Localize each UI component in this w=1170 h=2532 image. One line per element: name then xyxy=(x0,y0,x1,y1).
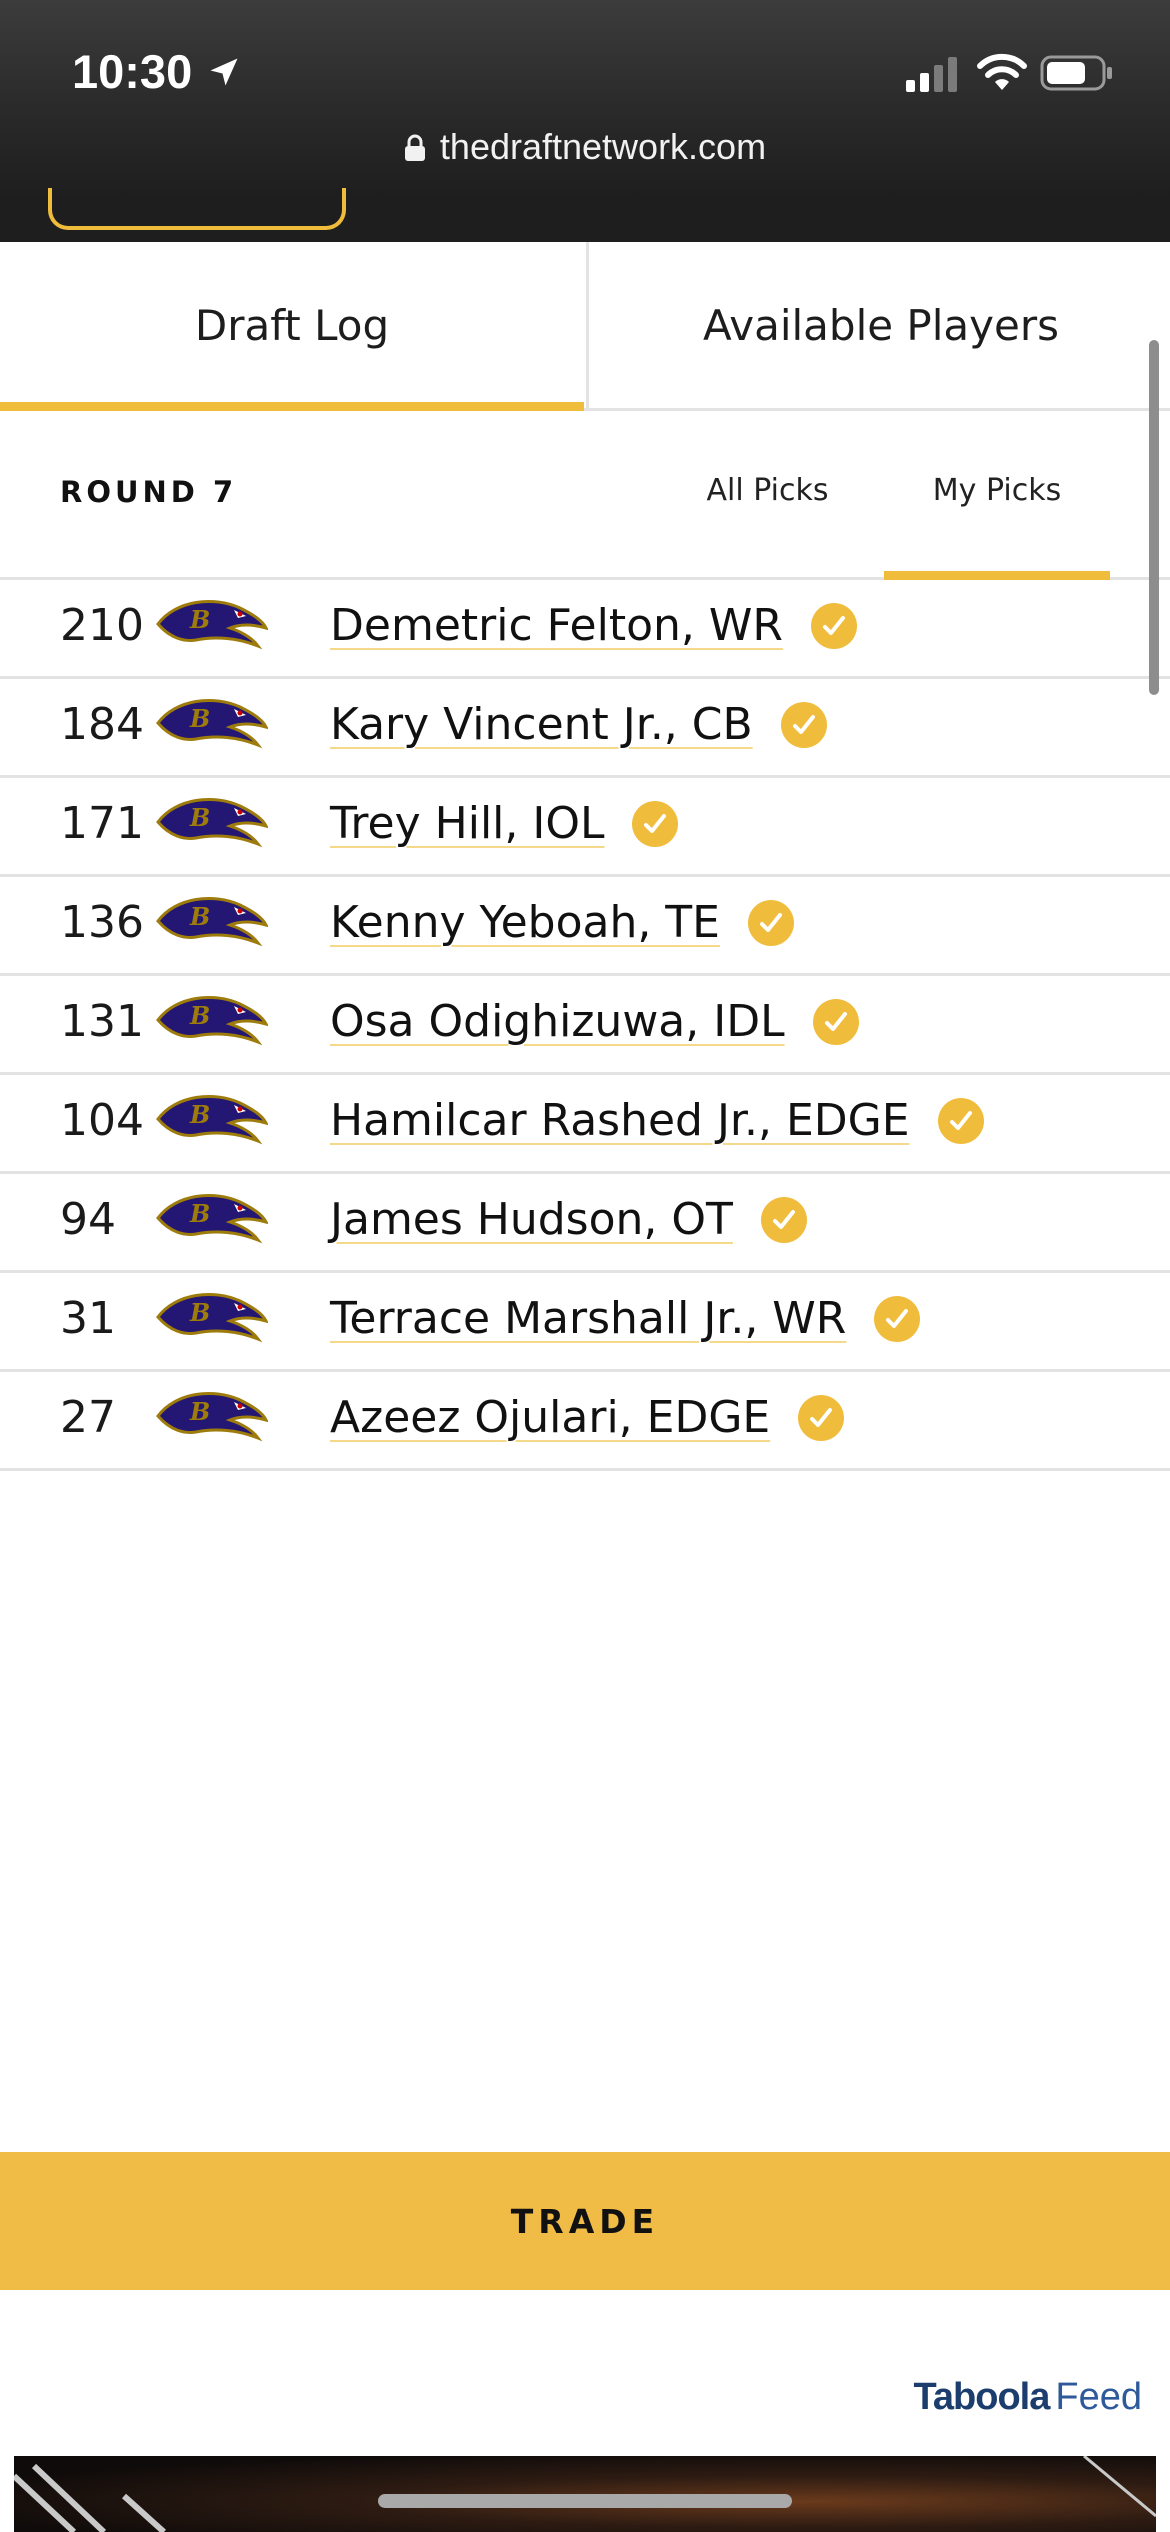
player-entry: Trey Hill, IOL xyxy=(330,798,679,849)
player-name-link[interactable]: Kary Vincent Jr., CB xyxy=(330,699,753,750)
svg-text:B: B xyxy=(189,1298,210,1327)
pick-number: 184 xyxy=(60,699,144,750)
pick-number: 136 xyxy=(60,897,144,948)
svg-text:B: B xyxy=(189,1199,210,1228)
player-name-link[interactable]: Kenny Yeboah, TE xyxy=(330,897,720,948)
ravens-logo-icon: B xyxy=(156,792,269,850)
check-icon xyxy=(810,602,857,649)
taboola-brand: Taboola xyxy=(913,2376,1051,2418)
pick-row[interactable]: 104 B Hamilcar Rashed Jr., EDGE xyxy=(0,1075,1170,1174)
ravens-logo-icon: B xyxy=(156,990,269,1048)
player-name-link[interactable]: Azeez Ojulari, EDGE xyxy=(330,1392,770,1443)
home-indicator[interactable] xyxy=(378,2494,792,2508)
round-header: ROUND 7 All Picks My Picks xyxy=(0,411,1170,580)
pick-number: 171 xyxy=(60,798,144,849)
svg-text:B: B xyxy=(189,902,210,931)
check-icon xyxy=(780,701,827,748)
pick-number: 31 xyxy=(60,1293,116,1344)
player-entry: Osa Odighizuwa, IDL xyxy=(330,996,859,1047)
player-entry: Demetric Felton, WR xyxy=(330,600,857,651)
status-time: 10:30 xyxy=(72,45,193,98)
ravens-logo-icon: B xyxy=(156,1386,269,1444)
check-icon xyxy=(874,1295,921,1342)
trade-button[interactable]: TRADE xyxy=(0,2152,1170,2290)
round-label: ROUND 7 xyxy=(60,475,238,509)
check-icon xyxy=(798,1394,845,1441)
battery-icon xyxy=(1040,55,1112,91)
svg-text:B: B xyxy=(189,1100,210,1129)
picks-list: 210 B Demetric Felton, WR 184 B Kary Vincent … xyxy=(0,580,1170,1471)
player-name-link[interactable]: Demetric Felton, WR xyxy=(330,600,783,651)
player-name-link[interactable]: Trey Hill, IOL xyxy=(330,798,604,849)
check-icon xyxy=(937,1097,984,1144)
ravens-logo-icon: B xyxy=(156,891,269,949)
player-name-link[interactable]: Osa Odighizuwa, IDL xyxy=(330,996,785,1047)
player-name-link[interactable]: James Hudson, OT xyxy=(330,1194,733,1245)
pick-number: 94 xyxy=(60,1194,116,1245)
url-text: thedraftnetwork.com xyxy=(439,126,767,167)
browser-top-bar: 10:30 thedraftnetwork.com xyxy=(0,0,1170,198)
player-name-link[interactable]: Hamilcar Rashed Jr., EDGE xyxy=(330,1095,910,1146)
check-icon xyxy=(812,998,859,1045)
ravens-logo-icon: B xyxy=(156,693,269,751)
partial-header-button[interactable] xyxy=(48,188,346,230)
filter-my-picks[interactable]: My Picks xyxy=(884,473,1110,580)
check-icon xyxy=(760,1196,807,1243)
view-tabs: Draft Log Available Players xyxy=(0,242,1170,411)
taboola-feed-label[interactable]: Taboola Feed xyxy=(914,2376,1142,2419)
lock-icon xyxy=(404,134,425,161)
tab-draft-log[interactable]: Draft Log xyxy=(0,242,584,411)
player-name-link[interactable]: Terrace Marshall Jr., WR xyxy=(330,1293,846,1344)
pick-row[interactable]: 136 B Kenny Yeboah, TE xyxy=(0,877,1170,976)
pick-row[interactable]: 210 B Demetric Felton, WR xyxy=(0,580,1170,679)
pick-row[interactable]: 131 B Osa Odighizuwa, IDL xyxy=(0,976,1170,1075)
pick-row[interactable]: 31 B Terrace Marshall Jr., WR xyxy=(0,1273,1170,1372)
taboola-feed: Feed xyxy=(1055,2376,1142,2418)
player-entry: Hamilcar Rashed Jr., EDGE xyxy=(330,1095,984,1146)
pick-row[interactable]: 171 B Trey Hill, IOL xyxy=(0,778,1170,877)
location-arrow-icon xyxy=(210,58,238,86)
svg-text:B: B xyxy=(189,605,210,634)
address-bar[interactable]: thedraftnetwork.com xyxy=(0,126,1170,168)
svg-text:B: B xyxy=(189,1001,210,1030)
player-entry: Kary Vincent Jr., CB xyxy=(330,699,827,750)
wifi-icon xyxy=(977,53,1027,90)
player-entry: Azeez Ojulari, EDGE xyxy=(330,1392,845,1443)
filter-all-picks[interactable]: All Picks xyxy=(680,473,855,508)
site-header-remnant xyxy=(0,188,1170,242)
pick-number: 131 xyxy=(60,996,144,1047)
pick-number: 27 xyxy=(60,1392,116,1443)
player-entry: James Hudson, OT xyxy=(330,1194,807,1245)
pick-row[interactable]: 94 B James Hudson, OT xyxy=(0,1174,1170,1273)
tab-available-players[interactable]: Available Players xyxy=(586,242,1170,408)
check-icon xyxy=(747,899,794,946)
pick-row[interactable]: 27 B Azeez Ojulari, EDGE xyxy=(0,1372,1170,1471)
svg-text:B: B xyxy=(189,704,210,733)
scrollbar[interactable] xyxy=(1149,340,1159,695)
player-entry: Terrace Marshall Jr., WR xyxy=(330,1293,921,1344)
svg-text:B: B xyxy=(189,1397,210,1426)
check-icon xyxy=(632,800,679,847)
cellular-signal-icon xyxy=(906,57,957,92)
svg-text:B: B xyxy=(189,803,210,832)
player-entry: Kenny Yeboah, TE xyxy=(330,897,794,948)
pick-number: 104 xyxy=(60,1095,144,1146)
pick-row[interactable]: 184 B Kary Vincent Jr., CB xyxy=(0,679,1170,778)
ravens-logo-icon: B xyxy=(156,1188,269,1246)
ravens-logo-icon: B xyxy=(156,1089,269,1147)
ravens-logo-icon: B xyxy=(156,1287,269,1345)
ravens-logo-icon: B xyxy=(156,594,269,652)
pick-number: 210 xyxy=(60,600,144,651)
